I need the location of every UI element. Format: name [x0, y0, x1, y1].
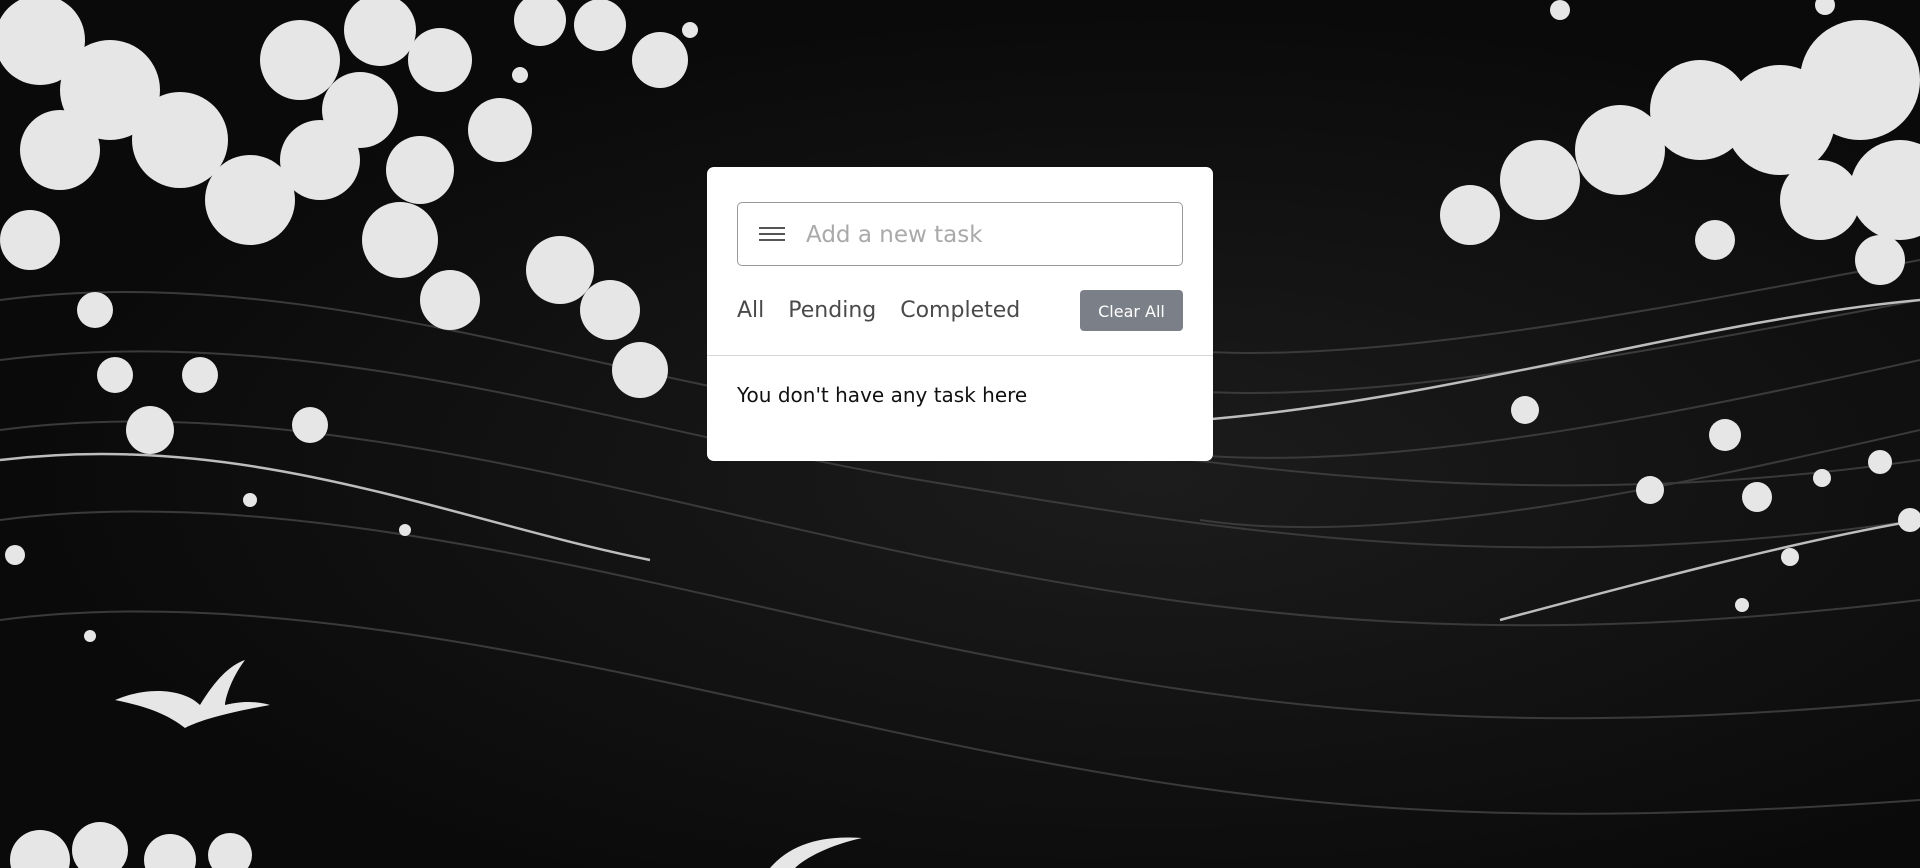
task-input-wrapper	[737, 202, 1183, 267]
divider	[707, 355, 1213, 356]
hamburger-icon	[759, 227, 785, 241]
filter-all[interactable]: All	[737, 298, 764, 323]
todo-card: All Pending Completed Clear All You don'…	[707, 167, 1213, 461]
filter-pending[interactable]: Pending	[788, 298, 876, 323]
new-task-input[interactable]	[804, 203, 1178, 267]
clear-all-button[interactable]: Clear All	[1080, 290, 1183, 331]
empty-task-message: You don't have any task here	[737, 383, 1028, 407]
filter-tabs: All Pending Completed	[737, 295, 1044, 325]
filter-completed[interactable]: Completed	[900, 298, 1020, 323]
